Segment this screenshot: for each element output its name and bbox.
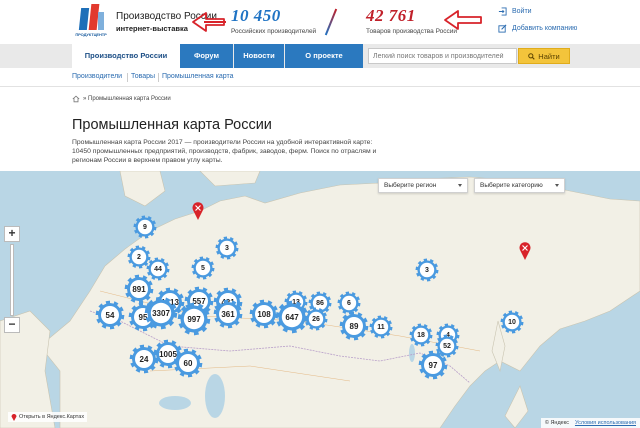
map-pin-icon	[11, 414, 17, 421]
category-select-value: Выберите категорию	[480, 182, 543, 189]
search-input[interactable]	[368, 48, 517, 64]
map-cluster[interactable]: 26	[304, 307, 328, 331]
stats-divider	[324, 8, 338, 36]
add-company-label: Добавить компанию	[512, 25, 578, 32]
subnav-divider	[158, 73, 159, 82]
map-attribution: © Яндекс Условия использования	[540, 418, 640, 428]
subnav-goods[interactable]: Товары	[131, 73, 155, 80]
chevron-down-icon	[555, 184, 559, 187]
map-cluster[interactable]: 3	[215, 236, 239, 260]
map-pin-icon[interactable]	[191, 201, 205, 221]
site-subtitle: интернет-выставка	[116, 24, 188, 33]
industrial-map[interactable]: Выберите регион Выберите категорию + − 9…	[0, 171, 640, 428]
breadcrumb: » Промышленная карта России	[72, 95, 171, 103]
subnav-industrial-map[interactable]: Промышленная карта	[162, 73, 233, 80]
products-count: 42 761	[366, 6, 416, 25]
map-cluster[interactable]: 9	[133, 215, 157, 239]
region-select[interactable]: Выберите регион	[378, 178, 468, 193]
login-label: Войти	[512, 8, 532, 15]
add-company-link[interactable]: Добавить компанию	[498, 24, 577, 33]
producers-count-label: Российских производителей	[231, 28, 317, 35]
map-cluster[interactable]: 97	[418, 350, 448, 380]
map-cluster[interactable]: 997	[177, 302, 211, 336]
logo-text: ПРОДУКТЦЕНТР	[75, 32, 107, 37]
sub-nav: Производители Товары Промышленная карта	[0, 68, 640, 87]
map-cluster[interactable]: 3	[415, 258, 439, 282]
home-icon[interactable]	[72, 95, 80, 103]
nav-item-about[interactable]: О проекте	[285, 44, 363, 68]
yandex-copyright: © Яндекс	[544, 420, 569, 426]
main-nav: Производство России Форум Новости О прое…	[0, 44, 640, 68]
zoom-out-button[interactable]: −	[4, 317, 20, 333]
logo-bar-blue	[78, 8, 90, 30]
open-in-yandex-label: Открыть в Яндекс.Картах	[19, 414, 85, 420]
map-pin-icon[interactable]	[518, 241, 532, 261]
find-button[interactable]: Найти	[518, 48, 570, 64]
red-arrow-icon	[192, 12, 226, 32]
red-arrow-icon	[444, 10, 482, 30]
map-cluster[interactable]: 54	[95, 300, 125, 330]
map-cluster[interactable]: 3307	[144, 296, 178, 330]
edit-icon	[498, 24, 507, 33]
nav-item-news[interactable]: Новости	[234, 44, 284, 68]
subnav-divider	[127, 73, 128, 82]
page-title: Промышленная карта России	[72, 117, 272, 133]
search-icon	[528, 52, 535, 60]
open-in-yandex-link[interactable]: Открыть в Яндекс.Картах	[8, 412, 88, 422]
login-icon	[498, 7, 507, 16]
map-cluster[interactable]: 60	[173, 348, 203, 378]
zoom-in-button[interactable]: +	[4, 226, 20, 242]
map-cluster[interactable]: 11	[369, 315, 393, 339]
page-description: Промышленная карта России 2017 — произво…	[72, 139, 377, 164]
login-link[interactable]: Войти	[498, 7, 532, 16]
terms-link[interactable]: Условия использования	[575, 420, 636, 426]
map-cluster[interactable]: 89	[339, 311, 369, 341]
site-logo[interactable]: ПРОДУКТЦЕНТР	[72, 2, 110, 40]
map-cluster[interactable]: 18	[409, 323, 433, 347]
zoom-slider[interactable]	[10, 244, 14, 316]
logo-bar-light	[98, 12, 104, 30]
nav-item-forum[interactable]: Форум	[180, 44, 233, 68]
category-select[interactable]: Выберите категорию	[474, 178, 565, 193]
map-cluster[interactable]: 361	[213, 299, 243, 329]
region-select-value: Выберите регион	[384, 182, 437, 189]
chevron-down-icon	[458, 184, 462, 187]
producers-count: 10 450	[231, 6, 281, 25]
subnav-producers[interactable]: Производители	[72, 73, 122, 80]
map-cluster[interactable]: 5	[191, 256, 215, 280]
nav-item-production[interactable]: Производство России	[72, 44, 180, 68]
find-label: Найти	[538, 51, 560, 61]
breadcrumb-text: » Промышленная карта России	[83, 96, 171, 102]
map-cluster[interactable]: 10	[500, 310, 524, 334]
site-header: ПРОДУКТЦЕНТР Производство России интерне…	[0, 0, 640, 42]
